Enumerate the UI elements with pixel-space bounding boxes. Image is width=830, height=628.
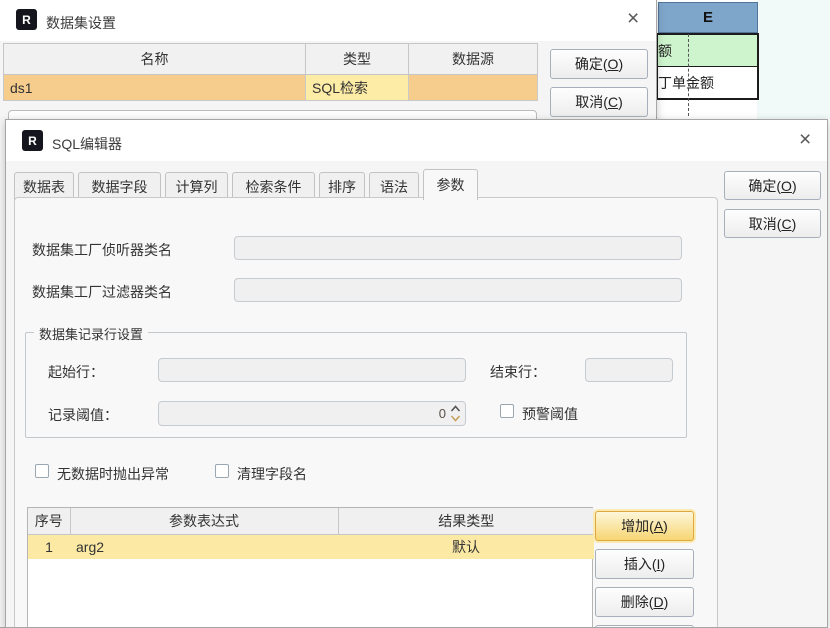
delete-button[interactable]: 删除(D) — [595, 587, 694, 617]
param-no-cell[interactable]: 1 — [28, 534, 70, 559]
throw-exception-label: 无数据时抛出异常 — [57, 466, 169, 482]
dataset-name-cell[interactable]: ds1 — [3, 74, 306, 101]
dataset-table-header-name: 名称 — [3, 43, 306, 75]
param-result-type-cell[interactable]: 默认 — [338, 534, 594, 559]
cancel-button[interactable]: 取消(C) — [550, 87, 648, 117]
spinner-arrows-icon[interactable] — [450, 404, 461, 423]
listener-class-label: 数据集工厂侦听器类名 — [32, 242, 172, 258]
warn-threshold-checkbox[interactable] — [500, 404, 514, 418]
add-button-paren: ) — [663, 518, 668, 534]
ok-button-paren: ) — [618, 56, 624, 72]
ok-button-key: O — [607, 56, 619, 72]
record-row-settings-title: 数据集记录行设置 — [34, 324, 149, 343]
cancel-button[interactable]: 取消(C) — [724, 209, 821, 238]
insert-button-label: 插入( — [623, 556, 657, 572]
dataset-source-cell[interactable] — [408, 74, 538, 101]
cancel-button-label: 取消( — [748, 215, 782, 232]
add-button[interactable]: 增加(A) — [595, 511, 694, 541]
param-header-no: 序号 — [28, 508, 71, 535]
dataset-dialog-titlebar: R 数据集设置 × — [0, 0, 656, 41]
param-expression-cell[interactable]: arg2 — [70, 534, 338, 559]
delete-button-key: D — [653, 594, 664, 610]
table-row[interactable]: ds1 SQL检索 — [3, 74, 538, 101]
throw-exception-checkbox[interactable] — [35, 464, 49, 478]
param-header-expression: 参数表达式 — [69, 508, 339, 535]
dataset-table: 名称 类型 数据源 ds1 SQL检索 — [3, 43, 538, 101]
tab-data-fields[interactable]: 数据字段 — [78, 172, 161, 200]
end-row-input[interactable] — [585, 358, 673, 382]
param-header-result-type: 结果类型 — [337, 508, 594, 535]
cancel-button-paren: ) — [618, 94, 623, 110]
sql-editor-dialog: R SQL编辑器 × 数据表 数据字段 计算列 检索条件 排序 语法 参数 确定… — [5, 119, 828, 628]
listener-class-input[interactable] — [234, 236, 682, 260]
start-row-label: 起始行： — [48, 364, 104, 380]
sheet-cell-green[interactable]: 额 — [658, 35, 757, 67]
add-button-label: 增加( — [621, 518, 654, 534]
sheet-column-header-e[interactable]: E — [658, 2, 758, 33]
parameters-tab-panel: 数据集工厂侦听器类名 数据集工厂过滤器类名 数据集记录行设置 起始行： 结束行：… — [14, 197, 718, 627]
sheet-area — [757, 0, 830, 119]
app-logo-icon: R — [16, 9, 37, 30]
warn-threshold-label: 预警阈值 — [522, 406, 578, 422]
sql-editor-title: SQL编辑器 — [52, 136, 123, 152]
tab-sort[interactable]: 排序 — [319, 172, 365, 200]
cancel-button-key: C — [781, 215, 792, 232]
table-row[interactable]: 1 arg2 默认 — [28, 534, 594, 559]
parameter-table: 序号 参数表达式 结果类型 1 arg2 默认 — [27, 507, 594, 627]
record-threshold-label: 记录阈值： — [48, 407, 118, 423]
sheet-cell-block: 额 丁单金额 — [656, 33, 759, 100]
ok-button-key: O — [781, 177, 792, 194]
cancel-button-label: 取消( — [575, 94, 608, 110]
close-icon[interactable]: × — [799, 129, 811, 150]
tab-search-conditions[interactable]: 检索条件 — [232, 172, 315, 200]
ok-button-label: 确定( — [574, 56, 608, 72]
dataset-type-cell[interactable]: SQL检索 — [305, 74, 409, 101]
ok-button[interactable]: 确定(O) — [724, 171, 821, 200]
tab-computed-columns[interactable]: 计算列 — [165, 172, 228, 200]
add-button-key: A — [653, 518, 664, 534]
ok-button-paren: ) — [791, 177, 797, 194]
sql-editor-tab-bar: 数据表 数据字段 计算列 检索条件 排序 语法 参数 — [14, 169, 478, 200]
tab-parameters[interactable]: 参数 — [423, 169, 478, 200]
ok-button-label: 确定( — [748, 177, 782, 194]
insert-button-paren: ) — [660, 556, 666, 572]
ok-button[interactable]: 确定(O) — [550, 49, 648, 79]
app-logo-icon: R — [22, 130, 43, 151]
close-icon[interactable]: × — [627, 8, 639, 29]
sql-editor-titlebar: R SQL编辑器 × — [6, 120, 827, 161]
start-row-input[interactable] — [158, 358, 466, 382]
record-row-settings-group: 数据集记录行设置 起始行： 结束行： 记录阈值： 0 预警阈值 — [25, 324, 687, 438]
end-row-label: 结束行： — [490, 364, 546, 380]
filter-class-input[interactable] — [234, 278, 682, 302]
dataset-dialog-title: 数据集设置 — [46, 15, 116, 31]
cancel-button-paren: ) — [791, 215, 797, 232]
record-threshold-spinner[interactable]: 0 — [158, 401, 466, 426]
cancel-button-key: C — [607, 94, 619, 110]
dataset-table-header-source: 数据源 — [408, 43, 538, 75]
sheet-cell-white[interactable]: 丁单金额 — [658, 68, 757, 98]
insert-button[interactable]: 插入(I) — [595, 549, 694, 579]
record-threshold-value: 0 — [438, 406, 446, 421]
tab-syntax[interactable]: 语法 — [369, 172, 419, 200]
filter-class-label: 数据集工厂过滤器类名 — [32, 284, 172, 300]
delete-button-paren: ) — [663, 594, 669, 610]
delete-button-label: 删除( — [620, 594, 654, 610]
dataset-table-header-type: 类型 — [305, 43, 409, 75]
page-break-dashed-line — [688, 34, 689, 116]
clean-fields-checkbox[interactable] — [215, 464, 229, 478]
clean-fields-label: 清理字段名 — [237, 466, 307, 482]
tab-data-table[interactable]: 数据表 — [14, 172, 74, 200]
